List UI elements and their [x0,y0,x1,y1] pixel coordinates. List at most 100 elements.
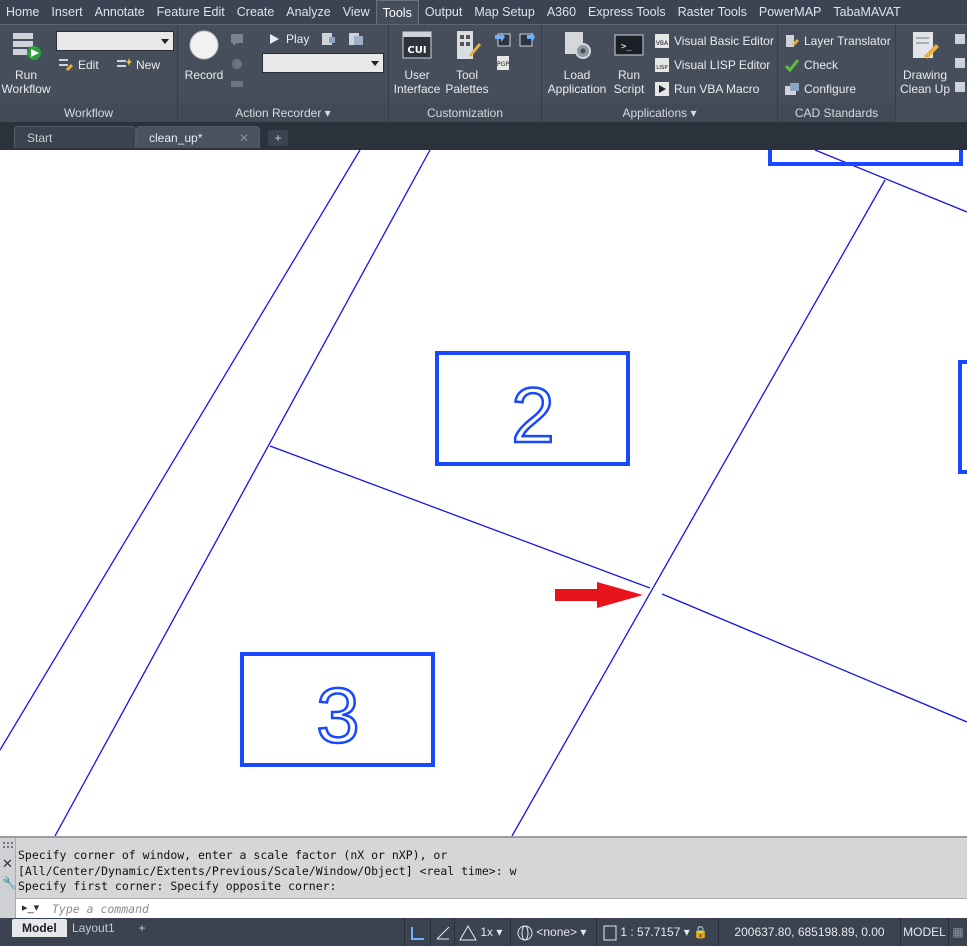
cui-icon: CUI [402,31,432,59]
tab-clean-up[interactable]: clean_up* ✕ [136,126,260,148]
parcel-number-3: 3 [316,671,359,759]
scale-factor-label: 1x [480,925,494,939]
visual-basic-editor-button[interactable]: VBA Visual Basic Editor [654,31,774,51]
tab-feature-edit[interactable]: Feature Edit [151,0,231,24]
command-placeholder: Type a command [52,902,149,916]
record-button[interactable]: Record [180,29,228,82]
edit-workflow-button[interactable]: Edit [58,55,99,75]
tab-tabamavat[interactable]: TabaMAVAT [827,0,906,24]
tab-model[interactable]: Model [12,919,67,937]
close-icon[interactable]: ✕ [2,856,13,872]
document-tab-bar: Start clean_up* ✕ + [0,122,967,150]
run-vba-label: Run VBA Macro [674,82,760,96]
export-cui-icon[interactable] [519,31,535,47]
configure-standards-button[interactable]: Configure [784,79,856,99]
layer-translator-button[interactable]: Layer Translator [784,31,891,51]
command-prompt-icon[interactable]: ▸_▾ [22,901,39,914]
drawing-cleanup-label-1: Drawing [902,68,947,82]
polar-tracking-icon[interactable] [430,918,454,946]
load-application-icon [565,32,591,59]
run-vba-macro-button[interactable]: Run VBA Macro [654,79,759,99]
command-history: Specify corner of window, enter a scale … [18,848,517,895]
tab-map-setup[interactable]: Map Setup [468,0,540,24]
osnap-select[interactable]: <none> ▾ [510,918,596,946]
cleanup-tool-3-icon[interactable] [954,81,966,93]
run-workflow-label-1: Run [14,68,37,82]
visual-lisp-editor-button[interactable]: LISP Visual LISP Editor [654,55,770,75]
import-cui-icon[interactable] [495,31,511,47]
record-label: Record [184,68,224,82]
model-space-button[interactable]: MODEL [900,918,948,946]
tab-annotate[interactable]: Annotate [89,0,151,24]
viewport-scale-select[interactable]: 1 : 57.7157 ▾ 🔒 [596,918,718,946]
wrench-icon[interactable]: 🔧 [2,876,17,890]
lisp-icon: LISP [655,58,669,72]
new-tab-button[interactable]: + [268,130,288,146]
preference-icon[interactable] [320,31,336,47]
action-macro-select[interactable] [262,53,384,73]
tab-output[interactable]: Output [419,0,469,24]
tab-home[interactable]: Home [0,0,45,24]
tab-analyze[interactable]: Analyze [280,0,336,24]
load-application-button[interactable]: Load Application [544,29,610,96]
drawing-cleanup-button[interactable]: Drawing Clean Up [898,29,952,96]
lock-icon[interactable]: 🔒 [693,925,708,939]
tab-insert[interactable]: Insert [45,0,88,24]
tab-a360[interactable]: A360 [541,0,582,24]
grip-icon [3,842,13,848]
command-window-handle[interactable]: ✕ 🔧 [0,838,17,920]
viewport-icon [603,925,617,941]
action-recorder-panel-title[interactable]: Action Recorder ▾ [178,103,388,123]
cleanup-tool-2-icon[interactable] [954,57,966,69]
parcel-label-box [958,360,967,474]
command-window: ✕ 🔧 Specify corner of window, enter a sc… [0,836,967,920]
tab-raster-tools[interactable]: Raster Tools [672,0,753,24]
user-interface-button[interactable]: CUI User Interface [391,29,443,96]
applications-panel: Load Application >_ Run Script VBA Visua… [542,25,778,123]
run-vba-icon [655,82,669,96]
parcel-line [269,445,651,589]
svg-text:LISP: LISP [656,65,668,71]
grid-icon[interactable]: ▦ [948,918,967,946]
viewport-scale-label: 1 : 57.7157 [620,925,681,939]
ribbon: Run Workflow Edit New Workflow Record Pl… [0,24,967,123]
manage-macros-icon[interactable] [348,31,364,47]
tab-view[interactable]: View [337,0,376,24]
new-workflow-button[interactable]: New [116,55,160,75]
workflow-select[interactable] [56,31,174,51]
vba-icon: VBA [655,34,669,48]
tab-powermap[interactable]: PowerMAP [753,0,828,24]
tab-express-tools[interactable]: Express Tools [582,0,672,24]
check-standards-button[interactable]: Check [784,55,838,75]
tool-palettes-icon [457,31,481,59]
drawing-canvas[interactable]: 2 3 [0,150,967,836]
edit-label: Edit [78,58,99,72]
run-workflow-button[interactable]: Run Workflow [0,29,52,96]
parcel-label-box [768,150,963,166]
user-input-icon [232,59,242,69]
layer-translator-label: Layer Translator [804,34,891,48]
add-layout-button[interactable]: + [132,920,152,936]
tab-tools[interactable]: Tools [375,0,419,24]
play-button[interactable]: Play [266,29,309,49]
play-icon [270,34,279,44]
coordinates-display[interactable]: 200637.80, 685198.89, 0.00 [718,918,900,946]
ucs-icon[interactable] [404,918,430,946]
osnap-label: <none> [536,925,578,939]
record-icon [189,30,219,60]
tool-palettes-button[interactable]: Tool Palettes [443,29,491,96]
tab-create[interactable]: Create [231,0,281,24]
svg-text:PGP: PGP [497,61,509,68]
close-icon[interactable]: ✕ [239,127,249,149]
command-input[interactable]: ▸_▾ Type a command [16,898,967,919]
applications-panel-title[interactable]: Applications ▾ [542,103,777,123]
tab-start[interactable]: Start [14,126,136,148]
cleanup-tool-icon[interactable] [954,33,966,45]
tab-layout1[interactable]: Layout1 [62,919,125,937]
tool-palettes-label-2: Palettes [445,82,489,96]
workflow-panel: Run Workflow Edit New Workflow [0,25,178,123]
run-script-button[interactable]: >_ Run Script [610,29,648,96]
edit-aliases-icon[interactable]: PGP [495,55,511,71]
drawing-cleanup-label-2: Clean Up [899,82,951,96]
annotation-scale-button[interactable]: 1x ▾ [454,918,510,946]
